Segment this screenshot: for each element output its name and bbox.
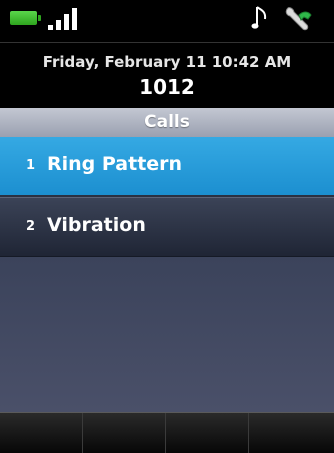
menu-item-number: 2 — [26, 219, 36, 234]
menu-list: 1 Ring Pattern 2 Vibration — [0, 137, 334, 412]
date-time: Friday, February 11 10:42 AM — [42, 53, 292, 71]
softkey-3[interactable] — [166, 413, 249, 453]
wrench-phone-icon — [285, 7, 312, 31]
music-note-icon — [251, 6, 267, 29]
softkey-1[interactable] — [0, 413, 83, 453]
menu-item-label: Vibration — [47, 214, 146, 236]
menu-item-number: 1 — [26, 158, 36, 173]
menu-item-vibration[interactable]: 2 Vibration — [0, 197, 334, 257]
phone-screen: Friday, February 11 10:42 AM 1012 Calls … — [0, 0, 334, 453]
softkey-bar — [0, 412, 334, 453]
status-bar — [0, 0, 334, 42]
extension-number: 1012 — [139, 75, 195, 99]
title-bar: Calls — [0, 108, 334, 137]
menu-item-ring-pattern[interactable]: 1 Ring Pattern — [0, 137, 334, 195]
menu-item-label: Ring Pattern — [47, 153, 183, 175]
page-title: Calls — [144, 112, 190, 132]
signal-strength-icon — [42, 6, 86, 30]
header: Friday, February 11 10:42 AM 1012 — [0, 42, 334, 109]
battery-icon — [10, 11, 41, 25]
softkey-2[interactable] — [83, 413, 166, 453]
softkey-4[interactable] — [249, 413, 334, 453]
